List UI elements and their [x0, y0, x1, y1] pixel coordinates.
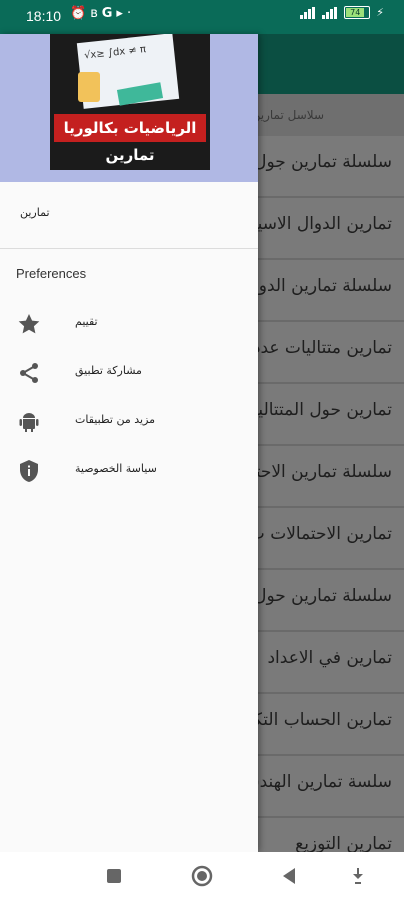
list-item-label: تمارين في الاعداد — [267, 648, 392, 668]
drawer-item-privacy[interactable]: سياسة الخصوصية — [0, 447, 258, 495]
logo-banner: الرياضيات بكالوريا — [54, 114, 206, 142]
app-logo: الرياضيات بكالوريا تمارين — [50, 34, 210, 170]
drawer-item-exercises[interactable]: تمارين — [0, 182, 258, 248]
list-item-label: سلسلة تمارين جول — [254, 152, 392, 172]
play-icon: ▸ — [116, 6, 127, 21]
pencil-cup-illustration — [78, 72, 100, 102]
status-bar: 18:10 ⏰ʙG▸· 74 ⚡ — [0, 0, 404, 34]
drawer-item-more-apps[interactable]: مزيد من تطبيقات — [0, 398, 258, 446]
notification-icons: ⏰ʙG▸· — [70, 6, 135, 21]
drawer-item-label: مشاركة تطبيق — [75, 364, 142, 377]
section-title: سلاسل تمارين — [251, 108, 324, 122]
back-button[interactable] — [278, 864, 302, 888]
list-item-label: تمارين متتاليات عددية — [239, 338, 392, 358]
preferences-header: Preferences — [16, 266, 87, 281]
battery-icon: 74 — [344, 6, 371, 19]
list-item-label: تمارين الاحتمالات ب — [248, 524, 392, 544]
charging-icon: ⚡ — [376, 6, 384, 19]
recents-button[interactable] — [102, 864, 126, 888]
list-item-label: سلسلة تمارين الدوال — [241, 276, 392, 296]
battery-level: 74 — [346, 8, 365, 17]
list-item-label: سلسة تمارين الهندسة — [236, 772, 392, 792]
list-item-label: تمارين التوزيع — [295, 834, 392, 854]
shield-icon — [20, 460, 38, 482]
android-icon — [19, 413, 39, 432]
divider — [0, 248, 258, 249]
drawer-item-rate[interactable]: تقييم — [0, 300, 258, 348]
dot-icon: · — [126, 6, 136, 21]
google-icon: G — [101, 6, 117, 21]
star-icon — [18, 314, 40, 334]
signal-2-icon — [322, 6, 338, 19]
system-icons: 74 ⚡ — [300, 6, 384, 19]
drawer-header: الرياضيات بكالوريا تمارين — [0, 34, 258, 182]
list-item-label: تمارين الدوال الاسية — [248, 214, 392, 234]
list-item-label: سلسلة تمارين حول — [254, 586, 392, 606]
system-nav-bar — [0, 852, 404, 900]
drawer-item-label: تمارين — [20, 206, 50, 219]
home-button[interactable] — [190, 864, 214, 888]
drawer-item-share[interactable]: مشاركة تطبيق — [0, 349, 258, 397]
alarm-icon: ⏰ — [70, 6, 91, 21]
keyboard-down-button[interactable] — [346, 864, 370, 888]
list-item-label: تمارين حول المتتاليات — [237, 400, 392, 420]
drawer-item-label: تقييم — [75, 315, 98, 328]
drawer-item-label: سياسة الخصوصية — [75, 462, 157, 475]
clock: 18:10 — [26, 8, 62, 24]
signal-icon — [300, 6, 316, 19]
share-icon — [20, 363, 38, 383]
logo-subtitle: تمارين — [105, 146, 155, 164]
drawer-item-label: مزيد من تطبيقات — [75, 413, 156, 426]
navigation-drawer: الرياضيات بكالوريا تمارين تمارين Prefere… — [0, 34, 258, 852]
bluetooth-icon: ʙ — [90, 6, 102, 21]
